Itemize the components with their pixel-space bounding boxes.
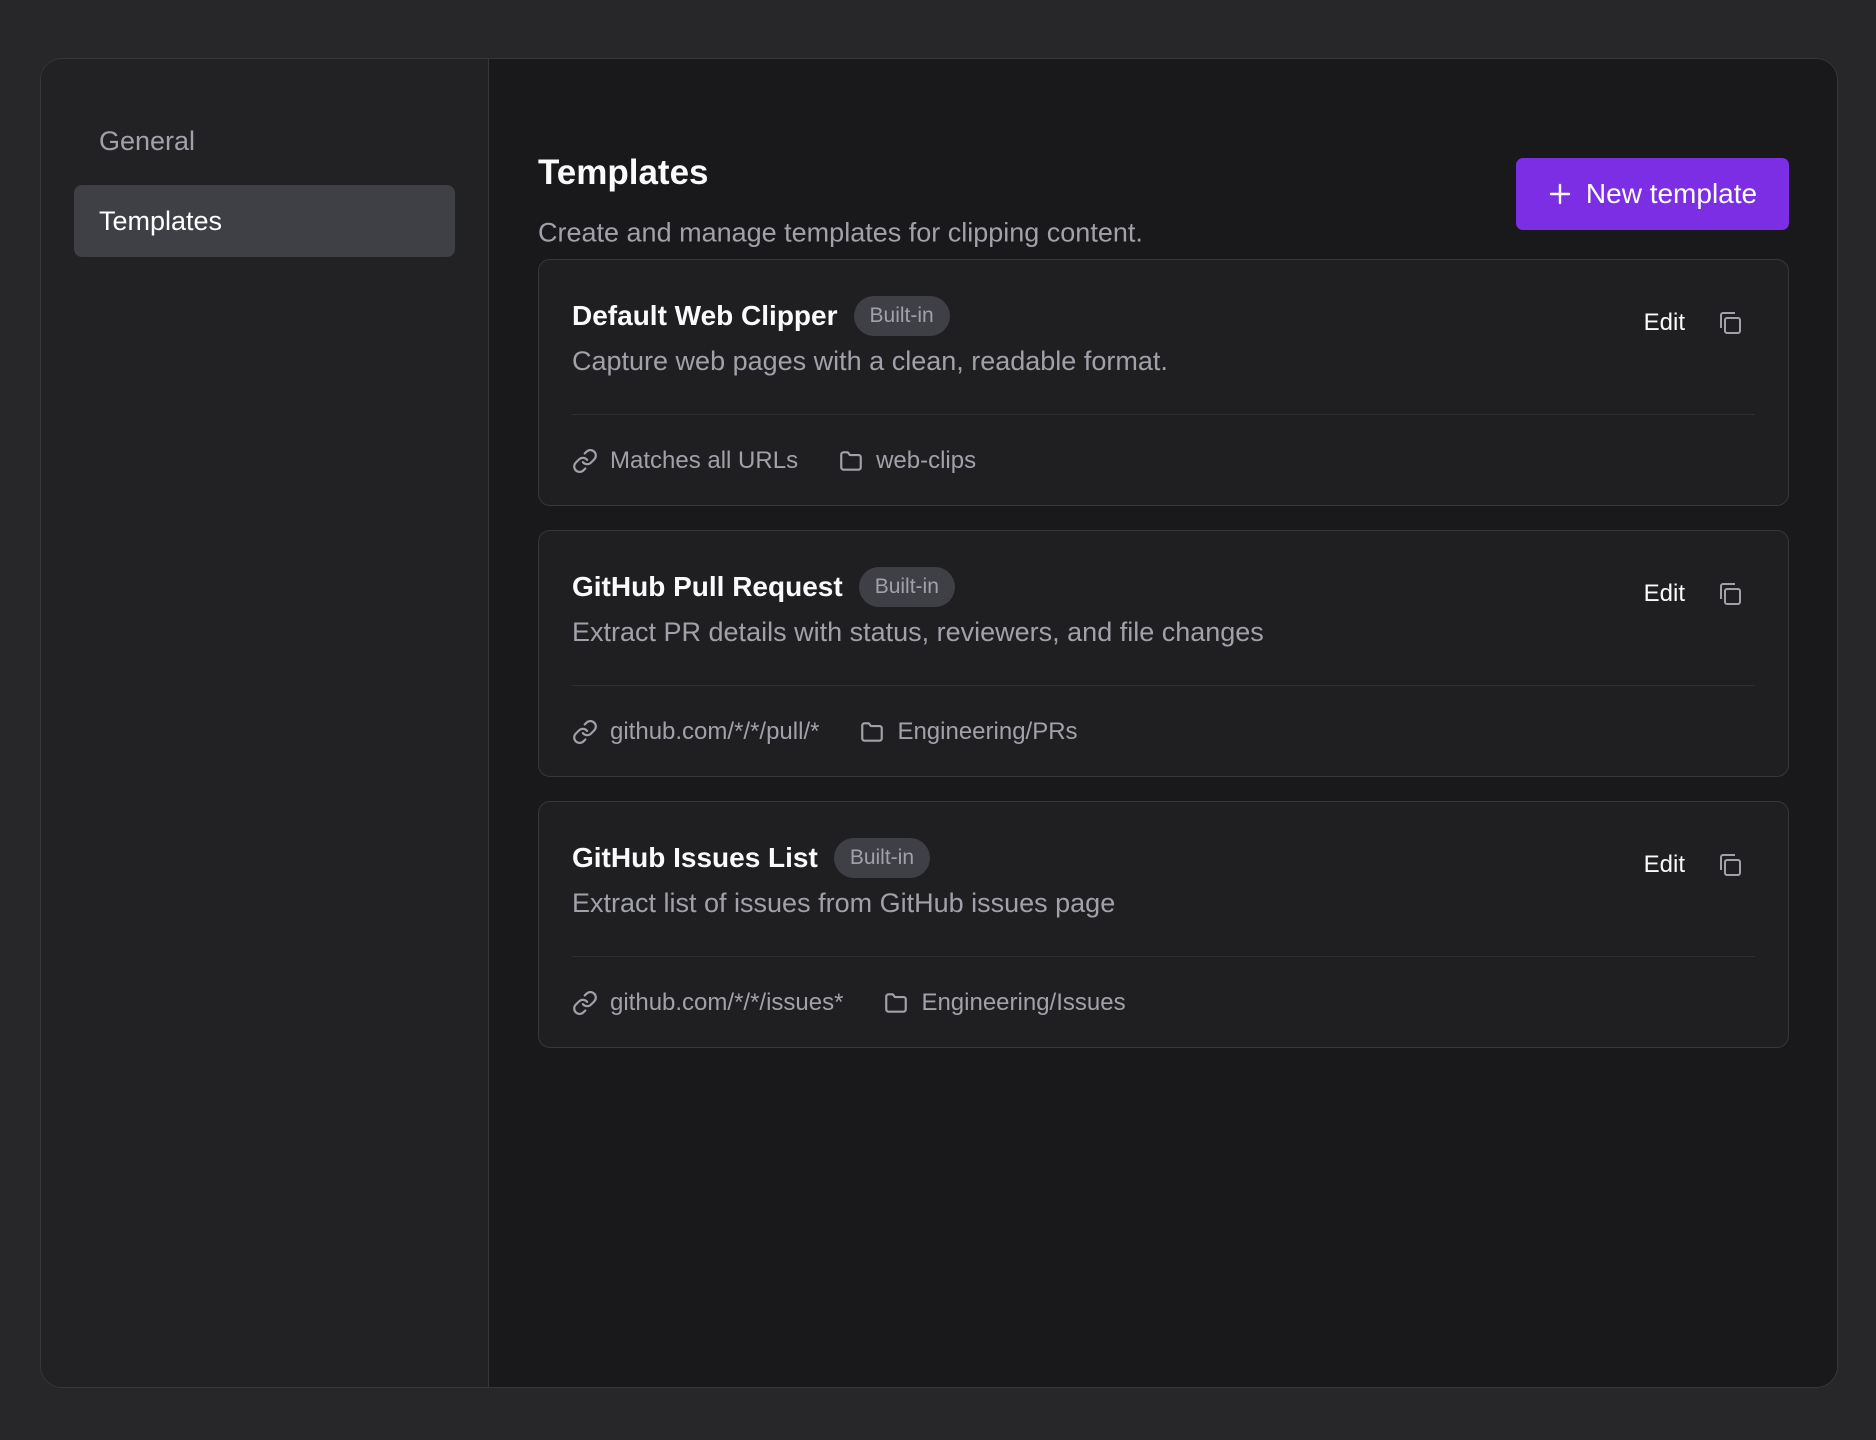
target-folder: web-clips: [838, 447, 976, 475]
page-subtitle: Create and manage templates for clipping…: [538, 217, 1143, 248]
built-in-badge: Built-in: [858, 567, 955, 607]
template-name: GitHub Pull Request: [572, 571, 843, 602]
sidebar: General Templates: [41, 59, 489, 1387]
page-title: Templates: [538, 153, 709, 192]
edit-button[interactable]: Edit: [1644, 580, 1685, 608]
url-pattern: Matches all URLs: [572, 447, 798, 475]
edit-button[interactable]: Edit: [1644, 851, 1685, 879]
folder-icon: [883, 990, 909, 1016]
template-name: Default Web Clipper: [572, 300, 838, 331]
sidebar-item-label: Templates: [99, 205, 223, 236]
sidebar-item-templates[interactable]: Templates: [74, 185, 455, 257]
link-icon: [572, 990, 598, 1016]
folder-icon: [838, 448, 864, 474]
new-template-button[interactable]: New template: [1516, 158, 1789, 230]
link-icon: [572, 448, 598, 474]
folder-label: Engineering/Issues: [921, 988, 1126, 1016]
duplicate-icon[interactable]: [1715, 850, 1745, 880]
target-folder: Engineering/PRs: [859, 717, 1078, 746]
built-in-badge: Built-in: [833, 838, 931, 878]
page-header: Templates Create and manage templates fo…: [538, 109, 1789, 259]
template-card: GitHub Pull Request Built-in Extract PR …: [538, 530, 1789, 777]
template-description: Extract PR details with status, reviewer…: [572, 617, 1264, 647]
template-description: Extract list of issues from GitHub issue…: [572, 888, 1116, 918]
url-pattern-label: github.com/*/*/issues*: [610, 988, 844, 1016]
template-list: Default Web Clipper Built-in Capture web…: [538, 259, 1789, 1072]
duplicate-icon[interactable]: [1715, 579, 1745, 609]
folder-label: web-clips: [876, 446, 977, 474]
settings-window: General Templates Templates Create and m…: [40, 58, 1838, 1388]
edit-button[interactable]: Edit: [1644, 309, 1685, 337]
sidebar-item-label: General: [99, 125, 196, 156]
template-name: GitHub Issues List: [572, 842, 818, 873]
main-content: Templates Create and manage templates fo…: [489, 59, 1837, 1387]
template-card: Default Web Clipper Built-in Capture web…: [538, 259, 1789, 506]
plus-icon: [1548, 182, 1572, 206]
folder-icon: [859, 719, 885, 745]
folder-label: Engineering/PRs: [897, 717, 1078, 745]
target-folder: Engineering/Issues: [883, 988, 1126, 1017]
sidebar-item-general[interactable]: General: [74, 105, 455, 177]
built-in-badge: Built-in: [853, 296, 950, 336]
url-pattern-label: github.com/*/*/pull/*: [610, 717, 820, 745]
template-description: Capture web pages with a clean, readable…: [572, 346, 1168, 376]
new-template-label: New template: [1585, 178, 1758, 209]
link-icon: [572, 719, 598, 745]
template-card: GitHub Issues List Built-in Extract list…: [538, 801, 1789, 1048]
duplicate-icon[interactable]: [1715, 308, 1745, 338]
url-pattern: github.com/*/*/pull/*: [572, 718, 819, 746]
url-pattern: github.com/*/*/issues*: [572, 989, 843, 1017]
url-pattern-label: Matches all URLs: [610, 446, 799, 474]
